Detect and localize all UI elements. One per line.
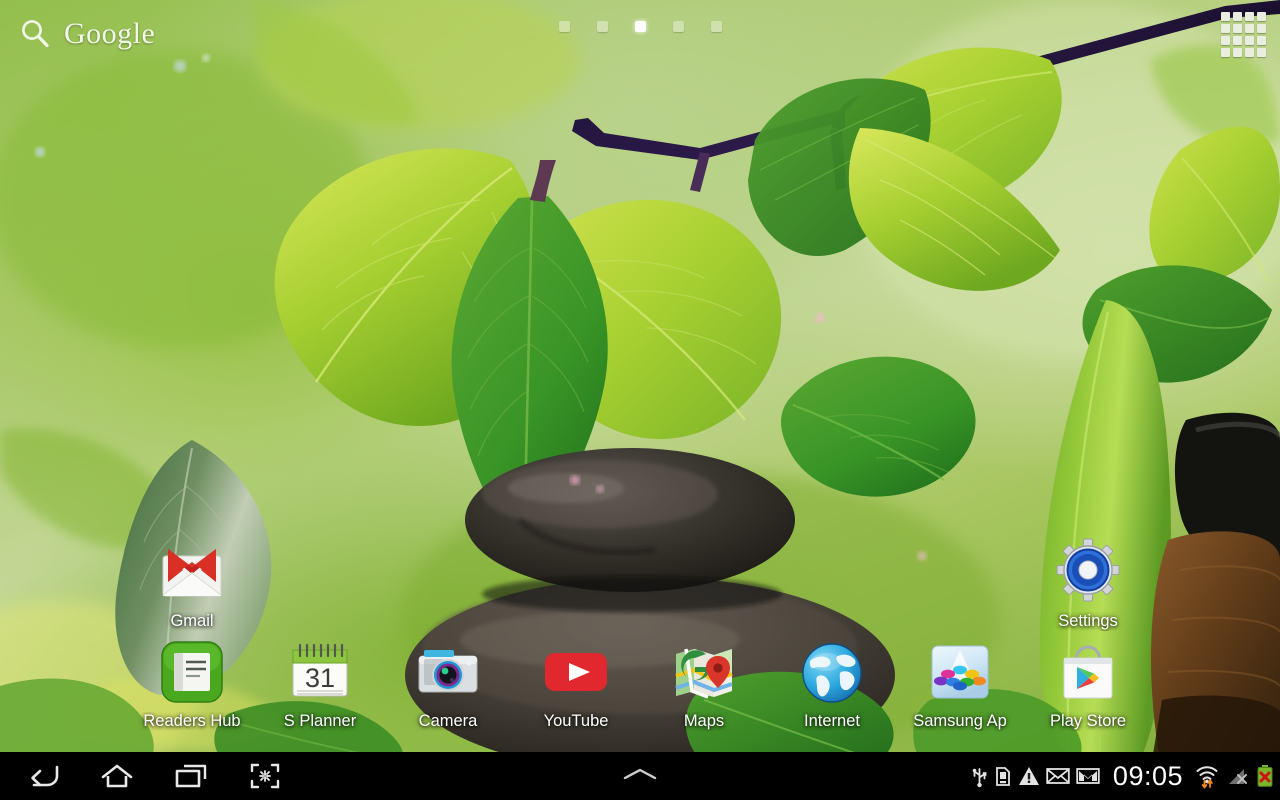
home-button[interactable]: [80, 752, 154, 800]
app-label-samsung-apps: Samsung Ap: [913, 712, 1007, 730]
envelope-icon: [1046, 766, 1070, 786]
app-label-maps: Maps: [683, 712, 725, 730]
app-icon-play-store[interactable]: Play Store: [1033, 636, 1143, 731]
app-icon-readers-hub[interactable]: Readers Hub: [137, 636, 247, 731]
app-label-settings: Settings: [1058, 612, 1118, 630]
grid-cell: [1232, 47, 1242, 57]
app-label-internet: Internet: [804, 712, 860, 730]
home-top-bar: Google: [0, 0, 1280, 70]
nav-buttons-left: [6, 752, 302, 800]
grid-cell: [1256, 35, 1266, 45]
usb-icon: [971, 764, 988, 788]
status-bar[interactable]: 09:05: [971, 752, 1274, 800]
screen-capture-button[interactable]: [228, 752, 302, 800]
back-button[interactable]: [6, 752, 80, 800]
grid-cell: [1220, 11, 1230, 21]
grid-cell: [1220, 35, 1230, 45]
gmail-envelope-icon: [1076, 766, 1100, 786]
wifi-signal-icon: [1194, 763, 1220, 789]
page-dot-1[interactable]: [558, 21, 570, 32]
system-navigation-bar: 09:05: [0, 752, 1280, 800]
readers-hub-icon: [156, 636, 228, 708]
mini-apps-tray-handle[interactable]: [598, 760, 682, 793]
no-signal-icon: [1226, 765, 1250, 787]
status-clock: 09:05: [1112, 760, 1183, 791]
grid-cell: [1220, 23, 1230, 33]
samsung-apps-icon: [924, 636, 996, 708]
settings-gear-icon: [1052, 536, 1124, 608]
sd-card-icon: [994, 765, 1012, 787]
search-icon: [22, 20, 49, 48]
app-icon-settings[interactable]: Settings: [1033, 536, 1143, 631]
app-icon-maps[interactable]: Maps: [649, 636, 759, 731]
app-label-play-store: Play Store: [1049, 712, 1127, 730]
grid-cell: [1232, 11, 1242, 21]
recent-apps-icon: [175, 764, 207, 788]
app-icon-s-planner[interactable]: 31 S Planner: [265, 636, 375, 731]
grid-cell: [1220, 47, 1230, 57]
google-search-widget[interactable]: Google: [14, 14, 165, 54]
grid-cell: [1232, 35, 1242, 45]
chevron-up-icon: [623, 768, 657, 779]
app-label-gmail: Gmail: [170, 612, 214, 630]
grid-cell: [1244, 11, 1254, 21]
right-stone-and-bark: [1150, 412, 1280, 760]
calendar-icon: 31: [284, 636, 356, 708]
play-store-icon: [1052, 636, 1124, 708]
svg-text:31: 31: [305, 663, 335, 693]
globe-icon: [796, 636, 868, 708]
recent-apps-button[interactable]: [154, 752, 228, 800]
apps-grid-icon[interactable]: [1219, 10, 1267, 58]
grid-cell: [1256, 47, 1266, 57]
grid-cell: [1244, 47, 1254, 57]
page-dot-4[interactable]: [672, 21, 684, 32]
youtube-icon: [540, 636, 612, 708]
app-icon-gmail[interactable]: Gmail: [137, 536, 247, 631]
camera-icon: [412, 636, 484, 708]
page-indicator: [0, 21, 1280, 32]
page-dot-3-active[interactable]: [634, 21, 646, 32]
app-label-s-planner: S Planner: [283, 712, 357, 730]
page-dot-5[interactable]: [710, 21, 722, 32]
grid-cell: [1244, 35, 1254, 45]
app-label-youtube: YouTube: [543, 712, 609, 730]
grid-cell: [1232, 23, 1242, 33]
app-icon-samsung-apps[interactable]: Samsung Ap: [905, 636, 1015, 731]
battery-error-icon: [1256, 764, 1274, 788]
screen-capture-icon: [250, 763, 280, 789]
home-icon: [101, 764, 133, 788]
floating-leaf: [781, 356, 976, 497]
back-arrow-icon: [31, 765, 59, 787]
app-icon-internet[interactable]: Internet: [777, 636, 887, 731]
android-home-screen: Google Gmail Settings Readers Hub 31 S P…: [0, 0, 1280, 800]
maps-icon: [668, 636, 740, 708]
grid-cell: [1256, 11, 1266, 21]
app-icon-youtube[interactable]: YouTube: [521, 636, 631, 731]
app-label-camera: Camera: [418, 712, 478, 730]
warning-triangle-icon: [1018, 765, 1040, 787]
app-icon-camera[interactable]: Camera: [393, 636, 503, 731]
gmail-icon: [156, 536, 228, 608]
page-dot-2[interactable]: [596, 21, 608, 32]
google-search-label: Google: [64, 17, 156, 50]
app-label-readers-hub: Readers Hub: [143, 712, 241, 730]
leaf-cluster-right: [748, 47, 1062, 291]
grid-cell: [1256, 23, 1266, 33]
grid-cell: [1244, 23, 1254, 33]
